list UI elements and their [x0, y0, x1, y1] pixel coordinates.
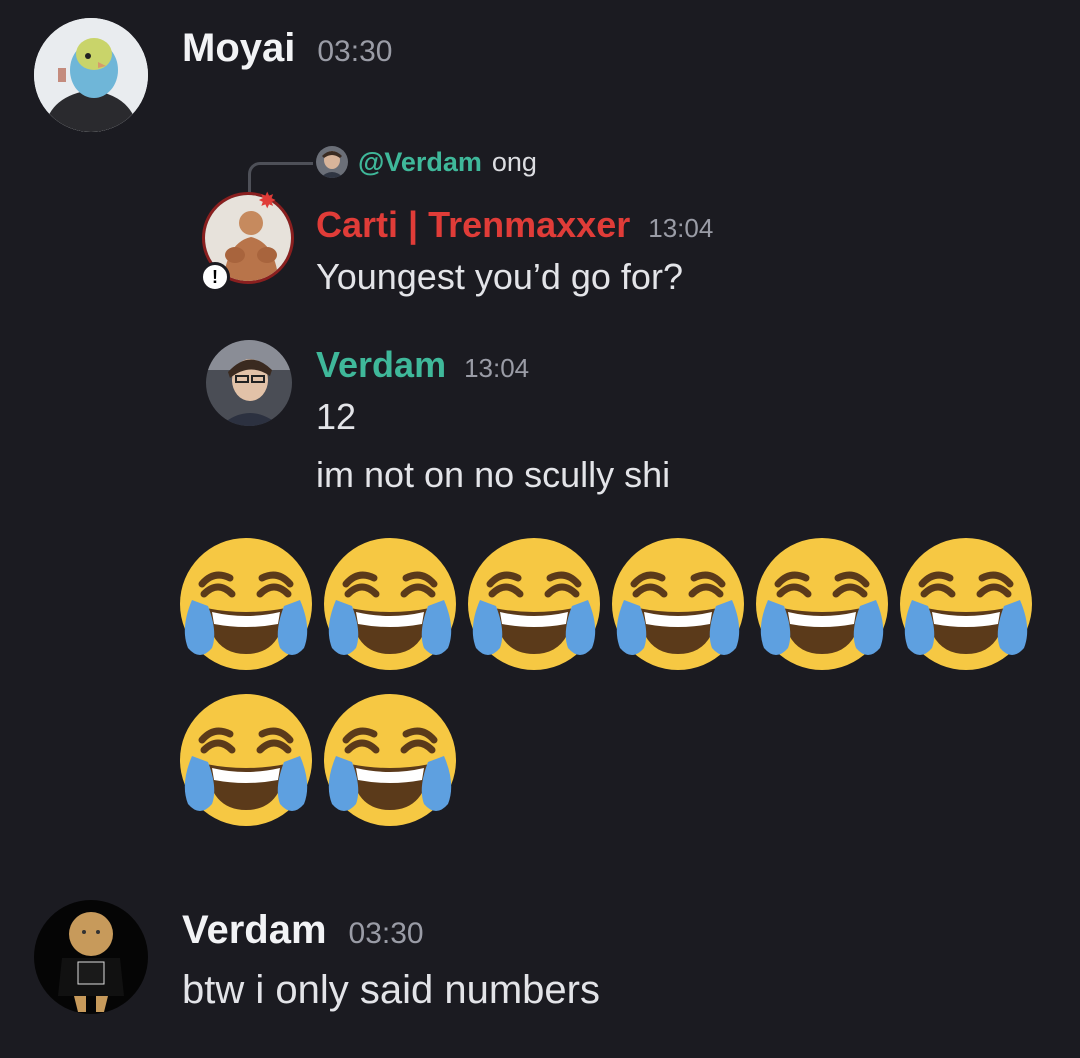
quoted-message-text: 12 [316, 396, 357, 437]
message-text: btw i only said numbers [182, 968, 600, 1012]
face-with-tears-of-joy-icon [324, 538, 456, 670]
timestamp: 03:30 [317, 35, 393, 68]
avatar-verdam[interactable] [34, 900, 148, 1014]
face-with-tears-of-joy-icon [612, 538, 744, 670]
quoted-header-1: Carti | Trenmaxxer 13:04 [316, 204, 713, 246]
reply-text: ong [491, 146, 537, 177]
quoted-username[interactable]: Verdam [316, 344, 446, 386]
face-with-tears-of-joy-icon [900, 538, 1032, 670]
face-with-tears-of-joy-icon [180, 538, 312, 670]
reply-mention[interactable]: @Verdam [358, 147, 482, 178]
face-with-tears-of-joy-icon [324, 694, 456, 826]
avatar-verdam-quoted[interactable] [206, 340, 292, 426]
username[interactable]: Moyai [182, 26, 295, 71]
emoji-row [178, 692, 458, 828]
username[interactable]: Verdam [182, 908, 327, 953]
face-with-tears-of-joy-icon [756, 538, 888, 670]
message-header: Verdam 03:30 [182, 908, 424, 953]
face-with-tears-of-joy-icon [180, 694, 312, 826]
quoted-message-text: Youngest you’d go for? [316, 256, 683, 297]
timestamp: 03:30 [348, 917, 424, 950]
quoted-timestamp: 13:04 [464, 353, 530, 383]
quoted-message-text: im not on no scully shi [316, 454, 671, 495]
chat-view: Moyai 03:30 @Verdam ong ✸ ! Carti | Tren… [0, 0, 1080, 1058]
emoji-row [178, 536, 1034, 672]
reply-avatar [316, 146, 348, 178]
quoted-header-2: Verdam 13:04 [316, 344, 529, 386]
avatar-moyai[interactable] [34, 18, 148, 132]
quoted-username[interactable]: Carti | Trenmaxxer [316, 204, 630, 246]
reply-reference[interactable]: @Verdam ong [316, 146, 537, 178]
message-header: Moyai 03:30 [182, 26, 392, 71]
face-with-tears-of-joy-icon [468, 538, 600, 670]
angry-badge-icon: ✸ [258, 188, 277, 213]
alert-badge-icon: ! [200, 262, 230, 292]
quoted-timestamp: 13:04 [648, 213, 714, 243]
